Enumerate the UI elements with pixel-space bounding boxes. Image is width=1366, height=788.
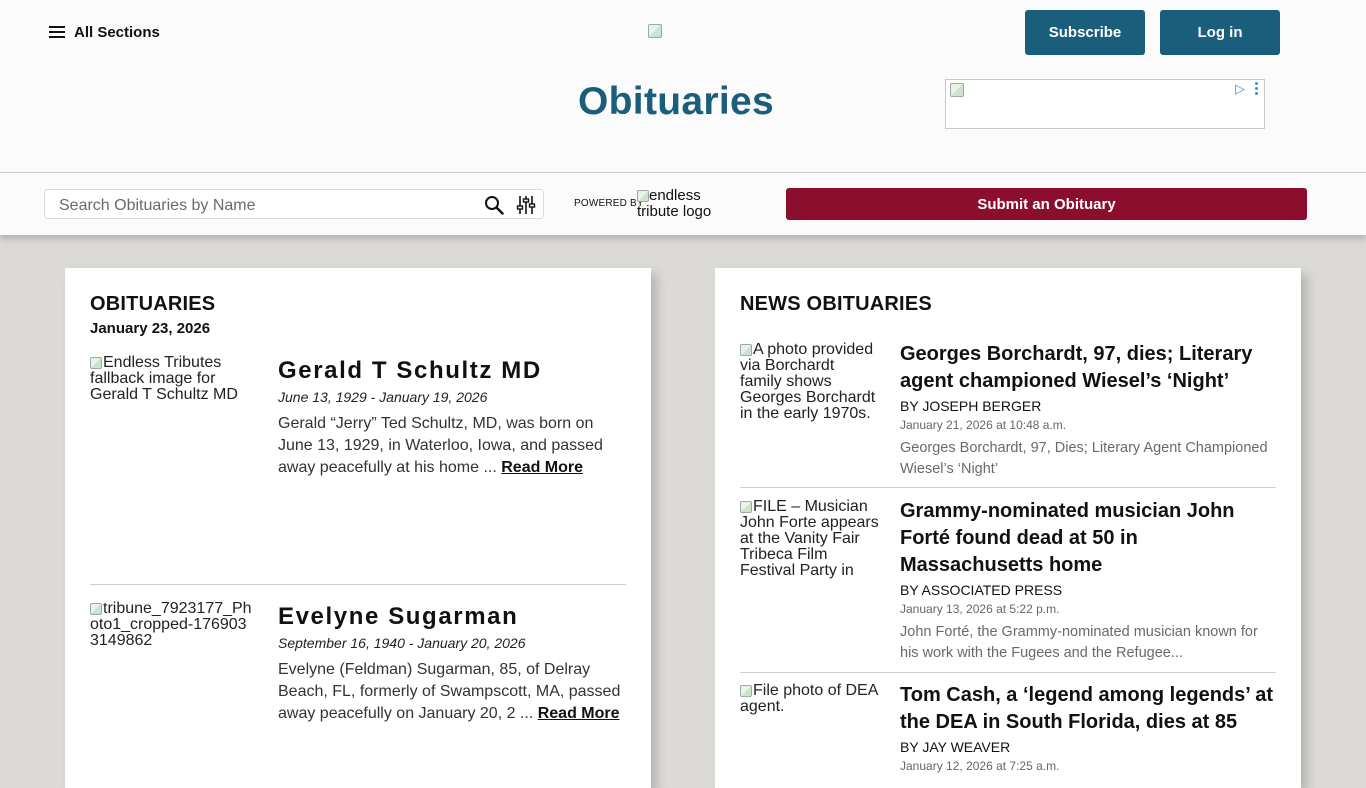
obituary-dates: September 16, 1940 - January 20, 2026 bbox=[278, 635, 526, 651]
obituary-excerpt: Gerald “Jerry” Ted Schultz, MD, was born… bbox=[278, 413, 623, 479]
obituary-dates: June 13, 1929 - January 19, 2026 bbox=[278, 389, 488, 405]
filter-sliders-icon[interactable] bbox=[516, 195, 536, 215]
news-description: John Forté, the Grammy-nominated musicia… bbox=[900, 624, 1258, 661]
submit-obituary-button[interactable]: Submit an Obituary bbox=[786, 188, 1307, 220]
broken-image-icon bbox=[740, 501, 752, 513]
broken-image-icon bbox=[90, 357, 102, 369]
obituary-photo[interactable]: Endless Tributes fallback image for Gera… bbox=[90, 355, 255, 403]
news-byline: BY JOSEPH BERGER bbox=[900, 398, 1042, 414]
news-photo[interactable]: FILE – Musician John Forte appears at th… bbox=[740, 499, 880, 579]
read-more-link[interactable]: Read More bbox=[501, 459, 583, 476]
all-sections-label: All Sections bbox=[74, 23, 160, 41]
news-obituaries-card: NEWS OBITUARIES A photo provided via Bor… bbox=[715, 268, 1301, 788]
obituary-excerpt: Evelyne (Feldman) Sugarman, 85, of Delra… bbox=[278, 659, 623, 725]
news-photo[interactable]: A photo provided via Borchardt family sh… bbox=[740, 342, 880, 422]
advertisement[interactable]: ▷ bbox=[945, 79, 1265, 129]
news-headline-link[interactable]: Grammy-nominated musician John Forté fou… bbox=[900, 498, 1278, 579]
read-more-link[interactable]: Read More bbox=[538, 705, 620, 722]
obituary-photo[interactable]: tribune_7923177_Photo1_cropped-176903314… bbox=[90, 601, 255, 649]
ad-choices-icon[interactable]: ▷ bbox=[1235, 81, 1245, 97]
news-obituaries-heading: NEWS OBITUARIES bbox=[740, 293, 932, 315]
broken-image-icon bbox=[90, 603, 102, 615]
powered-by-label: POWERED BY bbox=[574, 198, 644, 209]
news-photo-alt: File photo of DEA agent. bbox=[740, 682, 878, 715]
search-input[interactable] bbox=[57, 194, 461, 218]
news-byline: BY ASSOCIATED PRESS bbox=[900, 582, 1063, 598]
ad-image bbox=[950, 83, 964, 97]
obituary-name[interactable]: Evelyne Sugarman bbox=[278, 603, 518, 631]
broken-image-icon bbox=[740, 685, 752, 697]
broken-image-icon bbox=[740, 344, 752, 356]
news-timestamp: January 21, 2026 at 10:48 a.m. bbox=[900, 418, 1067, 432]
news-timestamp: January 13, 2026 at 5:22 p.m. bbox=[900, 602, 1060, 616]
news-photo-alt: A photo provided via Borchardt family sh… bbox=[740, 341, 876, 422]
divider bbox=[740, 487, 1276, 488]
search-icon[interactable] bbox=[484, 195, 504, 215]
endless-tribute-logo[interactable]: endless tribute logo bbox=[637, 188, 727, 220]
obituary-photo-alt: tribune_7923177_Photo1_cropped-176903314… bbox=[90, 600, 252, 649]
hamburger-menu-icon bbox=[49, 26, 65, 38]
obituary-name[interactable]: Gerald T Schultz MD bbox=[278, 357, 542, 385]
site-logo[interactable] bbox=[648, 24, 662, 38]
news-byline: BY JAY WEAVER bbox=[900, 739, 1011, 755]
all-sections-menu-button[interactable]: All Sections bbox=[49, 22, 160, 42]
news-headline-link[interactable]: Tom Cash, a ‘legend among legends’ at th… bbox=[900, 682, 1278, 736]
endless-tribute-logo-alt: endless tribute logo bbox=[637, 187, 712, 220]
login-button[interactable]: Log in bbox=[1160, 10, 1280, 55]
divider bbox=[90, 584, 626, 585]
news-photo[interactable]: File photo of DEA agent. bbox=[740, 683, 880, 715]
subscribe-button[interactable]: Subscribe bbox=[1025, 10, 1145, 55]
search-box bbox=[44, 189, 544, 219]
news-photo-alt: FILE – Musician John Forte appears at th… bbox=[740, 498, 879, 579]
news-description: Georges Borchardt, 97, Dies; Literary Ag… bbox=[900, 440, 1268, 477]
obituaries-card: OBITUARIES January 23, 2026 Endless Trib… bbox=[65, 268, 651, 788]
broken-image-icon bbox=[637, 190, 649, 202]
obituaries-date: January 23, 2026 bbox=[90, 320, 211, 337]
news-headline-link[interactable]: Georges Borchardt, 97, dies; Literary ag… bbox=[900, 341, 1278, 395]
site-header: All Sections Subscribe Log in Obituaries… bbox=[0, 0, 1366, 173]
divider bbox=[740, 672, 1276, 673]
obituaries-heading: OBITUARIES bbox=[90, 293, 216, 315]
news-timestamp: January 12, 2026 at 7:25 a.m. bbox=[900, 759, 1060, 773]
more-vertical-icon[interactable] bbox=[1255, 82, 1258, 95]
obituary-photo-alt: Endless Tributes fallback image for Gera… bbox=[90, 354, 238, 403]
